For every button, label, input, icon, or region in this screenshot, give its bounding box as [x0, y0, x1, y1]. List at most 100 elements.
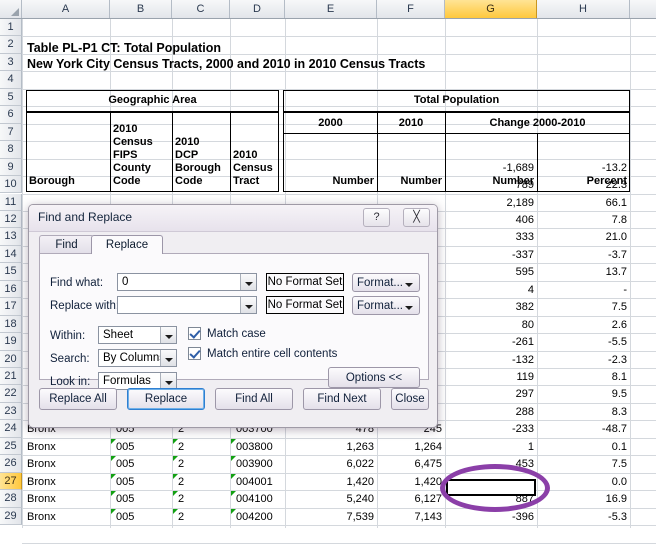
- row-header-19[interactable]: 19: [0, 333, 22, 351]
- row-header-15[interactable]: 15: [0, 263, 22, 281]
- find-and-replace-dialog[interactable]: Find and Replace ? ╳ Find Replace Find w…: [28, 204, 438, 428]
- help-icon[interactable]: ?: [363, 208, 390, 227]
- row-header-11[interactable]: 11: [0, 193, 22, 211]
- cell-dcp-29[interactable]: 2: [178, 512, 224, 523]
- column-header-a[interactable]: A: [22, 0, 110, 18]
- cell-h21[interactable]: 8.1: [539, 372, 627, 383]
- row-header-23[interactable]: 23: [0, 402, 22, 421]
- row-header-1[interactable]: 1: [0, 19, 22, 37]
- close-icon[interactable]: ╳: [403, 208, 430, 227]
- cell-g18[interactable]: 80: [446, 320, 534, 331]
- find-what-dropdown-icon[interactable]: [240, 274, 256, 290]
- cell-tract-29[interactable]: 004200: [236, 512, 282, 523]
- row-header-18[interactable]: 18: [0, 315, 22, 334]
- row-header-9[interactable]: 9: [0, 158, 22, 177]
- cell-borough-26[interactable]: Bronx: [27, 459, 107, 470]
- row-header-27[interactable]: 27: [0, 472, 22, 491]
- row-header-3[interactable]: 3: [0, 53, 22, 72]
- cell-dcp-26[interactable]: 2: [178, 459, 224, 470]
- tab-find[interactable]: Find: [39, 235, 94, 254]
- column-header-b[interactable]: B: [110, 0, 172, 18]
- replace-button[interactable]: Replace: [127, 388, 205, 410]
- row-header-17[interactable]: 17: [0, 298, 22, 316]
- cell-borough-27[interactable]: Bronx: [27, 477, 107, 488]
- match-case-checkbox[interactable]: [188, 327, 201, 340]
- cell-h11[interactable]: 66.1: [539, 198, 627, 209]
- cell-g16[interactable]: 4: [446, 285, 534, 296]
- cell-h22[interactable]: 9.5: [539, 389, 627, 400]
- cell-tract-28[interactable]: 004100: [236, 494, 282, 505]
- row-header-7[interactable]: 7: [0, 123, 22, 142]
- row-header-29[interactable]: 29: [0, 507, 22, 526]
- cell-pop2010-29[interactable]: 7,143: [378, 512, 442, 523]
- dialog-title-bar[interactable]: Find and Replace ? ╳: [29, 205, 437, 232]
- search-dropdown-icon[interactable]: [160, 350, 176, 366]
- cell-fips-26[interactable]: 005: [116, 459, 166, 470]
- cell-pop2000-27[interactable]: 1,420: [286, 477, 374, 488]
- cell-pop2000-26[interactable]: 6,022: [286, 459, 374, 470]
- search-select[interactable]: By Columns: [98, 349, 177, 367]
- find-what-input[interactable]: 0: [117, 273, 257, 291]
- row-header-28[interactable]: 28: [0, 490, 22, 508]
- cell-h13[interactable]: 21.0: [539, 232, 627, 243]
- row-header-2[interactable]: 2: [0, 36, 22, 54]
- cell-dcp-28[interactable]: 2: [178, 494, 224, 505]
- cell-h16[interactable]: -: [539, 285, 627, 296]
- column-header-h[interactable]: H: [537, 0, 630, 18]
- replace-with-dropdown-icon[interactable]: [240, 297, 256, 313]
- tab-replace[interactable]: Replace: [91, 235, 163, 254]
- cell-pop2010-26[interactable]: 6,475: [378, 459, 442, 470]
- cell-pop2000-29[interactable]: 7,539: [286, 512, 374, 523]
- cell-g17[interactable]: 382: [446, 302, 534, 313]
- row-header-21[interactable]: 21: [0, 368, 22, 386]
- cell-percent-25[interactable]: 0.1: [539, 442, 627, 453]
- cell-pop2010-25[interactable]: 1,264: [378, 442, 442, 453]
- cell-g22[interactable]: 297: [446, 389, 534, 400]
- cell-dcp-27[interactable]: 2: [178, 477, 224, 488]
- row-header-25[interactable]: 25: [0, 437, 22, 456]
- find-all-button[interactable]: Find All: [215, 388, 293, 410]
- row-header-5[interactable]: 5: [0, 88, 22, 107]
- cell-g14[interactable]: -337: [446, 250, 534, 261]
- cell-change-25[interactable]: 1: [446, 442, 534, 453]
- cell-tract-26[interactable]: 003900: [236, 459, 282, 470]
- cell-pop2000-28[interactable]: 5,240: [286, 494, 374, 505]
- cell-h17[interactable]: 7.5: [539, 302, 627, 313]
- column-header-c[interactable]: C: [172, 0, 230, 18]
- cell-pop2010-27[interactable]: 1,420: [378, 477, 442, 488]
- within-select[interactable]: Sheet: [98, 326, 177, 344]
- cell-borough-28[interactable]: Bronx: [27, 494, 107, 505]
- cell-g12[interactable]: 406: [446, 215, 534, 226]
- cell-percent-27[interactable]: 0.0: [539, 477, 627, 488]
- cell-h14[interactable]: -3.7: [539, 250, 627, 261]
- cell-fips-27[interactable]: 005: [116, 477, 166, 488]
- replace-with-input[interactable]: [117, 296, 257, 314]
- row-header-8[interactable]: 8: [0, 141, 22, 159]
- column-header-i[interactable]: [630, 0, 656, 18]
- cell-percent-29[interactable]: -5.3: [539, 512, 627, 523]
- row-header-22[interactable]: 22: [0, 385, 22, 403]
- column-header-d[interactable]: D: [230, 0, 285, 18]
- cell-fips-28[interactable]: 005: [116, 494, 166, 505]
- cell-h15[interactable]: 13.7: [539, 267, 627, 278]
- cell-tract-25[interactable]: 003800: [236, 442, 282, 453]
- cell-h12[interactable]: 7.8: [539, 215, 627, 226]
- row-header-10[interactable]: 10: [0, 176, 22, 194]
- cell-g19[interactable]: -261: [446, 337, 534, 348]
- cell-percent-24[interactable]: -48.7: [539, 424, 627, 435]
- select-all-corner[interactable]: [0, 0, 22, 18]
- within-dropdown-icon[interactable]: [160, 327, 176, 343]
- cell-tract-27[interactable]: 004001: [236, 477, 282, 488]
- replace-all-button[interactable]: Replace All: [39, 388, 117, 410]
- cell-g20[interactable]: -132: [446, 355, 534, 366]
- cell-pop2010-28[interactable]: 6,127: [378, 494, 442, 505]
- options-button[interactable]: Options <<: [328, 367, 420, 388]
- find-next-button[interactable]: Find Next: [303, 388, 381, 410]
- cell-fips-25[interactable]: 005: [116, 442, 166, 453]
- cell-h10[interactable]: 22.3: [539, 180, 627, 191]
- row-header-20[interactable]: 20: [0, 350, 22, 368]
- cell-h18[interactable]: 2.6: [539, 320, 627, 331]
- cell-pop2000-25[interactable]: 1,263: [286, 442, 374, 453]
- dialog-tabs[interactable]: Find Replace: [39, 235, 429, 254]
- row-header-12[interactable]: 12: [0, 210, 22, 229]
